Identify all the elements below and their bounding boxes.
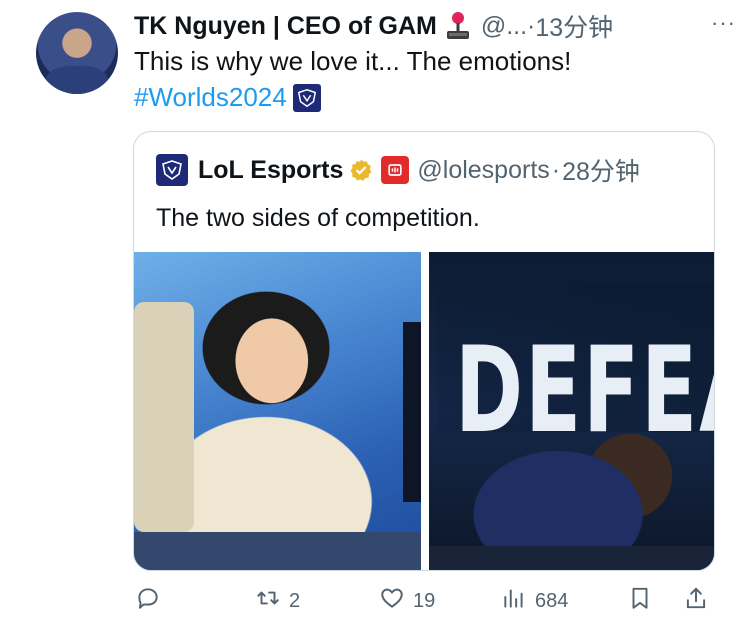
tweet-text: This is why we love it... The emotions! (134, 46, 572, 76)
quoted-tweet-time[interactable]: 28分钟 (562, 152, 640, 188)
desk (429, 546, 714, 570)
media-photo-defeat[interactable]: DEFEAT (429, 252, 714, 570)
worlds-badge-icon (292, 83, 321, 112)
quoted-author-name[interactable]: LoL Esports (198, 156, 343, 185)
views-icon (501, 585, 527, 617)
tweet-header: TK Nguyen | CEO of GAM @... · 13分钟 (134, 8, 730, 44)
hashtag-row: #Worlds2024 (134, 82, 321, 113)
quoted-author-handle[interactable]: @lolesports (417, 156, 549, 185)
defeat-text: DEFEAT (455, 322, 714, 460)
quoted-tweet-header: LoL Esports @lolesports · 28分钟 (156, 152, 640, 188)
like-count: 19 (413, 589, 436, 612)
reply-icon (135, 585, 161, 617)
lol-badge-icon (381, 156, 410, 184)
views-count: 684 (535, 589, 569, 612)
media-photo-celebration[interactable] (134, 252, 421, 570)
defeat-screen: DEFEAT (437, 282, 714, 460)
media-grid: DEFEAT (134, 252, 714, 570)
hashtag-link[interactable]: #Worlds2024 (134, 82, 287, 113)
share-icon (683, 585, 709, 617)
author-name[interactable]: TK Nguyen | CEO of GAM (134, 12, 437, 41)
bookmark-icon (627, 585, 653, 617)
share-button[interactable] (683, 585, 709, 617)
retweet-button[interactable]: 2 (255, 585, 300, 617)
verified-badge-icon (349, 158, 373, 182)
author-avatar[interactable] (36, 12, 118, 94)
like-button[interactable]: 19 (379, 585, 435, 617)
retweet-count: 2 (289, 589, 301, 612)
tweet-time[interactable]: 13分钟 (535, 8, 613, 44)
gaming-chair (134, 302, 194, 532)
views-button[interactable]: 684 (501, 585, 568, 617)
quoted-tweet[interactable]: LoL Esports @lolesports · 28分钟 The two s… (133, 131, 715, 571)
separator-dot: · (527, 11, 536, 40)
more-options-button[interactable]: ··· (711, 10, 736, 36)
quoted-tweet-text: The two sides of competition. (156, 204, 480, 232)
retweet-icon (255, 585, 281, 617)
author-handle[interactable]: @... (481, 12, 527, 41)
tweet-actions: 2 19 684 (133, 585, 715, 619)
desk (134, 532, 421, 570)
lolesports-logo-icon[interactable] (156, 154, 188, 186)
monitor (403, 322, 421, 502)
reply-button[interactable] (135, 585, 169, 617)
joystick-icon (445, 11, 471, 41)
separator-dot: · (551, 155, 561, 184)
bookmark-button[interactable] (627, 585, 653, 617)
like-icon (379, 585, 405, 617)
